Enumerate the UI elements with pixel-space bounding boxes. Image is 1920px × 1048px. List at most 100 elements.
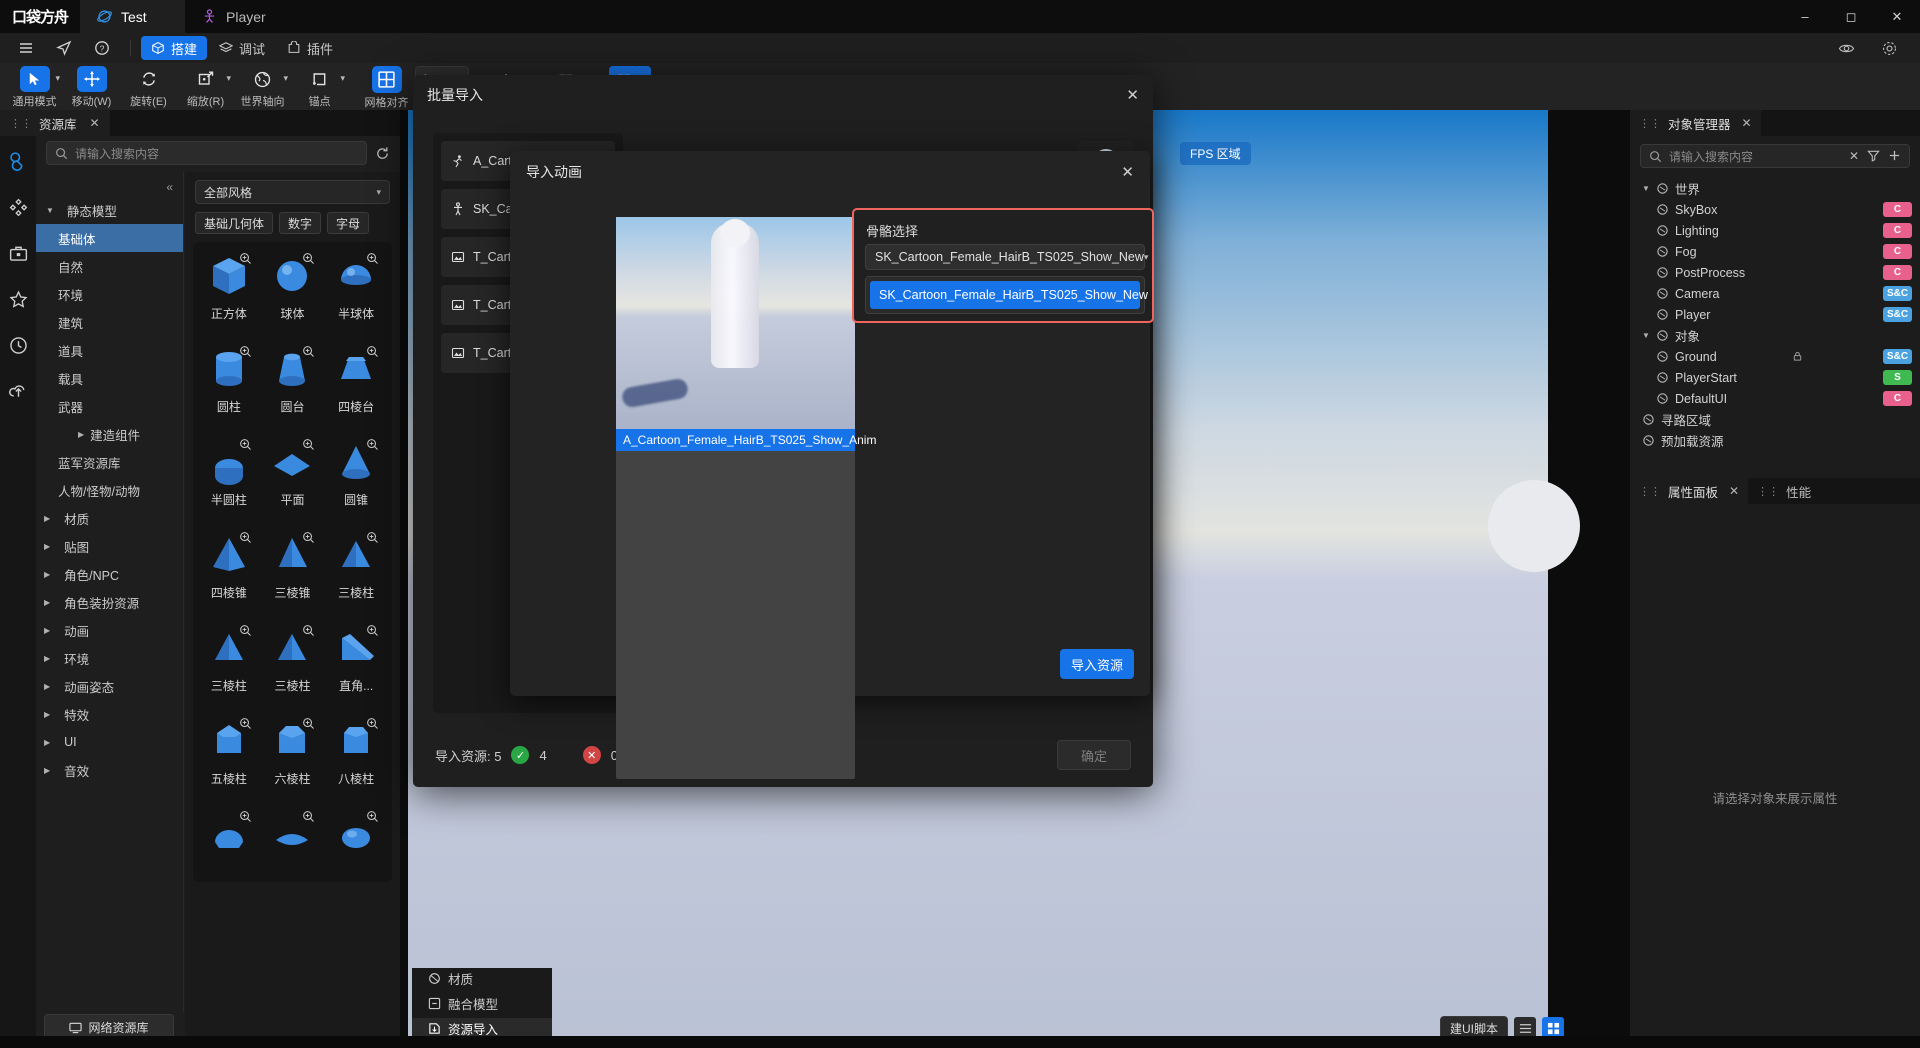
category-item-10[interactable]: 人物/怪物/动物 [36, 476, 183, 504]
category-item-12[interactable]: ▶ 贴图 [36, 532, 183, 560]
drag-handle-icon[interactable]: ⋮⋮ [1639, 485, 1661, 498]
category-item-11[interactable]: ▶ 材质 [36, 504, 183, 532]
bottom-tab-material[interactable]: 材质 [412, 968, 552, 988]
zoom-preview-icon[interactable] [239, 717, 252, 730]
asset-item[interactable]: 正方体 [197, 248, 261, 337]
category-item-16[interactable]: ▶ 环境 [36, 644, 183, 672]
zoom-preview-icon[interactable] [239, 624, 252, 637]
object-tree-row[interactable]: Fog C [1630, 241, 1920, 262]
skeleton-option[interactable]: SK_Cartoon_Female_HairB_TS025_Show_New [870, 281, 1148, 309]
object-tree-row[interactable]: PlayerStart S [1630, 367, 1920, 388]
tool-general-mode[interactable]: 通用模式 ▾ [6, 63, 63, 110]
category-item-6[interactable]: 载具 [36, 364, 183, 392]
chevron-right-icon[interactable]: ▶ [44, 570, 50, 579]
resource-search-input[interactable]: 请输入搜索内容 [46, 141, 367, 165]
object-tree-row[interactable]: PostProcess C [1630, 262, 1920, 283]
chevron-down-icon[interactable]: ▾ [283, 73, 288, 84]
zoom-preview-icon[interactable] [366, 345, 379, 358]
bottom-tab-merge-model[interactable]: 融合模型 [412, 993, 552, 1013]
object-tree-row[interactable]: Lighting C [1630, 220, 1920, 241]
asset-item[interactable]: 三棱柱 [324, 527, 388, 616]
tab-property-panel[interactable]: ⋮⋮ 属性面板 ✕ [1630, 478, 1749, 504]
chevron-right-icon[interactable]: ▶ [44, 766, 50, 775]
zoom-preview-icon[interactable] [366, 717, 379, 730]
asset-item[interactable]: 圆柱 [197, 341, 261, 430]
zoom-preview-icon[interactable] [239, 252, 252, 265]
tool-scale[interactable]: 缩放(R) ▾ [177, 63, 234, 110]
clear-icon[interactable]: ✕ [1849, 149, 1859, 163]
style-filter-select[interactable]: 全部风格 ▾ [195, 180, 390, 204]
chevron-right-icon[interactable]: ▶ [44, 738, 50, 747]
tab-performance[interactable]: ⋮⋮ 性能 [1748, 478, 1821, 504]
mode-build[interactable]: 搭建 [141, 36, 208, 60]
zoom-preview-icon[interactable] [302, 438, 315, 451]
zoom-preview-icon[interactable] [239, 345, 252, 358]
recent-icon[interactable] [3, 330, 33, 360]
object-tree-row[interactable]: SkyBox C [1630, 199, 1920, 220]
category-item-5[interactable]: 道具 [36, 336, 183, 364]
asset-item[interactable]: 五棱柱 [197, 713, 261, 802]
object-tree-row[interactable]: 寻路区域 [1630, 409, 1920, 430]
asset-item[interactable]: 半圆柱 [197, 434, 261, 523]
tool-world-axis[interactable]: 世界轴向 ▾ [234, 63, 291, 110]
category-item-7[interactable]: 武器 [36, 392, 183, 420]
tool-anchor[interactable]: 锚点 ▾ [291, 63, 348, 110]
close-icon[interactable]: ✕ [1729, 484, 1739, 498]
asset-item[interactable]: 三棱锥 [261, 527, 325, 616]
asset-item[interactable] [197, 806, 261, 882]
minimize-button[interactable]: – [1782, 0, 1828, 33]
zoom-preview-icon[interactable] [302, 624, 315, 637]
add-icon[interactable] [1888, 149, 1901, 163]
chevron-down-icon[interactable]: ▼ [46, 206, 54, 215]
zoom-preview-icon[interactable] [302, 345, 315, 358]
object-tree-row[interactable]: Camera S&C [1630, 283, 1920, 304]
assets-icon[interactable] [3, 146, 33, 176]
drag-handle-icon[interactable]: ⋮⋮ [1757, 485, 1779, 498]
asset-item[interactable]: 圆锥 [324, 434, 388, 523]
project-tab-player[interactable]: Player [185, 0, 290, 33]
category-item-4[interactable]: 建筑 [36, 308, 183, 336]
zoom-preview-icon[interactable] [239, 810, 252, 823]
category-item-14[interactable]: ▶ 角色装扮资源 [36, 588, 183, 616]
category-item-2[interactable]: 自然 [36, 252, 183, 280]
chevron-right-icon[interactable]: ▶ [78, 430, 84, 439]
asset-item[interactable]: 平面 [261, 434, 325, 523]
asset-item[interactable]: 三棱柱 [261, 620, 325, 709]
asset-item[interactable]: 直角... [324, 620, 388, 709]
confirm-button[interactable]: 确定 [1057, 740, 1131, 770]
chevron-down-icon[interactable]: ▾ [340, 73, 345, 84]
asset-item[interactable]: 六棱柱 [261, 713, 325, 802]
help-icon[interactable]: ? [84, 36, 120, 60]
object-tree-row[interactable]: DefaultUI C [1630, 388, 1920, 409]
tab-object-manager[interactable]: ⋮⋮ 对象管理器 ✕ [1630, 110, 1761, 136]
project-tab-test[interactable]: Test [80, 0, 185, 33]
drag-handle-icon[interactable]: ⋮⋮ [10, 117, 32, 130]
animation-thumbnail-area[interactable]: A_Cartoon_Female_HairB_TS025_Show_Anim [616, 429, 876, 779]
category-item-9[interactable]: 蓝军资源库 [36, 448, 183, 476]
collapse-left-icon[interactable]: « [36, 172, 183, 196]
eye-icon[interactable] [1828, 36, 1865, 60]
maximize-button[interactable]: ◻ [1828, 0, 1874, 33]
category-item-15[interactable]: ▶ 动画 [36, 616, 183, 644]
chevron-right-icon[interactable]: ▶ [44, 542, 50, 551]
chip-basic-geometry[interactable]: 基础几何体 [195, 212, 274, 234]
drag-handle-icon[interactable]: ⋮⋮ [1639, 117, 1661, 130]
tool-grid-snap[interactable]: 网格对齐 [358, 63, 415, 110]
chevron-down-icon[interactable]: ▾ [226, 73, 231, 84]
tool-move[interactable]: 移动(W) [63, 63, 120, 110]
send-icon[interactable] [46, 36, 82, 60]
object-tree-row[interactable]: ▼ 世界 [1630, 178, 1920, 199]
category-item-0[interactable]: ▼ 静态模型 [36, 196, 183, 224]
zoom-preview-icon[interactable] [366, 438, 379, 451]
filter-icon[interactable] [1867, 149, 1880, 163]
category-item-1[interactable]: 基础体 [36, 224, 183, 252]
chip-numbers[interactable]: 数字 [279, 212, 322, 234]
object-tree-row[interactable]: 预加载资源 [1630, 430, 1920, 451]
toolbox-icon[interactable] [3, 238, 33, 268]
asset-item[interactable]: 球体 [261, 248, 325, 337]
zoom-preview-icon[interactable] [239, 531, 252, 544]
asset-item[interactable]: 三棱柱 [197, 620, 261, 709]
chevron-down-icon[interactable]: ▾ [55, 73, 60, 84]
skeleton-select[interactable]: SK_Cartoon_Female_HairB_TS025_Show_New ▾ [865, 244, 1148, 270]
zoom-preview-icon[interactable] [366, 252, 379, 265]
